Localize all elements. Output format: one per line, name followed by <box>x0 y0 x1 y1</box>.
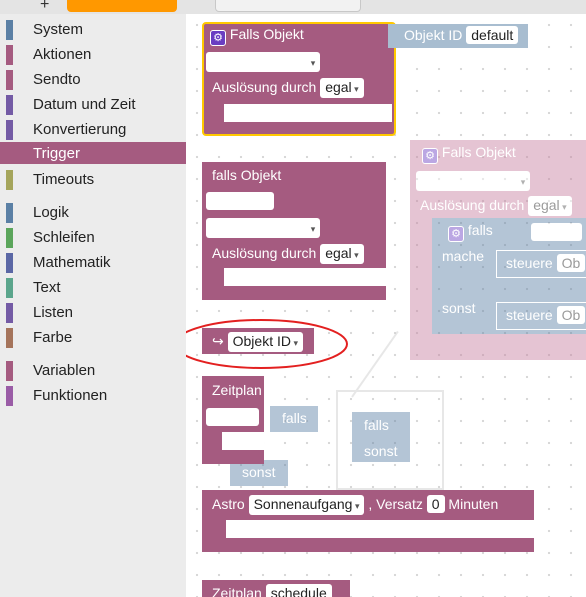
add-tab-button[interactable]: + <box>40 0 49 14</box>
trigger-dropdown[interactable]: egal <box>320 78 364 98</box>
schedule-field[interactable]: schedule <box>265 584 332 597</box>
mode-dropdown[interactable]: wurde geändert <box>206 52 321 72</box>
astro-row: Astro Sonnenaufgang , Versatz 0 Minuten <box>212 495 498 515</box>
ghost-sonst-label: sonst <box>442 300 476 316</box>
category-color-bar <box>6 228 13 248</box>
category-color-bar <box>6 120 13 140</box>
ghost-steuere-label: steuere Ob <box>506 254 586 272</box>
sidebar-item-schleifen[interactable]: Schleifen <box>0 226 186 248</box>
ghost-mode-dropdown: wurde geändert <box>416 171 531 191</box>
category-color-bar <box>6 70 13 90</box>
trigger-row: Auslösung durch egal <box>212 244 364 264</box>
mode-dropdown[interactable]: wurde geändert <box>206 218 321 238</box>
category-color-bar <box>6 278 13 298</box>
zeitplan-schedule-row: Zeitplan schedule <box>212 584 332 597</box>
sidebar-item-variablen[interactable]: Variablen <box>0 359 186 381</box>
ghost-block-title: ⚙ Falls Objekt <box>422 144 516 164</box>
statement-slot <box>224 104 392 122</box>
sidebar-item-timeouts[interactable]: Timeouts <box>0 168 186 190</box>
ghost-connector-line <box>351 330 399 398</box>
ghost-mache-label: mache <box>442 248 485 264</box>
category-color-bar <box>6 95 13 115</box>
cron-field[interactable]: * * * * * <box>206 408 259 426</box>
sidebar-item-logik[interactable]: Logik <box>0 201 186 223</box>
category-color-bar <box>6 203 13 223</box>
sidebar-item-trigger[interactable]: Trigger <box>0 142 186 164</box>
blockly-workspace[interactable]: ⚙ Falls Objekt wurde geändert Auslösung … <box>186 14 586 597</box>
objekt-id-row: Objekt ID default <box>404 26 519 44</box>
statement-slot <box>226 520 534 538</box>
objekt-id-field[interactable]: default <box>466 26 519 44</box>
red-annotation-ellipse <box>186 319 348 369</box>
ghost-falls-label: falls <box>282 410 307 426</box>
inactive-tab[interactable] <box>215 0 361 12</box>
offset-label: , Versatz <box>368 496 423 512</box>
ghost-sonst-label: sonst <box>242 464 276 480</box>
category-color-bar <box>6 20 13 40</box>
category-color-bar <box>6 144 13 164</box>
objekt-id-label: Objekt ID <box>404 27 463 43</box>
ghost-steuere-label: steuere Ob <box>506 306 586 324</box>
block-title: falls Objekt <box>212 167 282 183</box>
sun-event-dropdown[interactable]: Sonnenaufgang <box>248 495 365 515</box>
category-color-bar <box>6 170 13 190</box>
trigger-label: Auslösung durch <box>212 245 317 261</box>
gear-icon: ⚙ <box>422 148 438 164</box>
astro-label: Astro <box>212 496 245 512</box>
sidebar-item-text[interactable]: Text <box>0 276 186 298</box>
sidebar-item-konvertierung[interactable]: Konvertierung <box>0 118 186 140</box>
category-color-bar <box>6 45 13 65</box>
trigger-dropdown[interactable]: egal <box>320 244 364 264</box>
category-color-bar <box>6 386 13 406</box>
gear-icon: ⚙ <box>448 226 464 242</box>
trigger-label: Auslösung durch <box>212 79 317 95</box>
ghost-falls-label: ⚙ falls <box>448 222 493 242</box>
category-color-bar <box>6 328 13 348</box>
sidebar-item-datum-und-zeit[interactable]: Datum und Zeit <box>0 93 186 115</box>
active-tab[interactable] <box>67 0 177 12</box>
unit-label: Minuten <box>448 496 499 512</box>
sidebar-item-mathematik[interactable]: Mathematik <box>0 251 186 273</box>
category-sidebar: System Aktionen Sendto Datum und Zeit Ko… <box>0 14 186 597</box>
sidebar-item-system[interactable]: System <box>0 18 186 40</box>
statement-slot <box>224 268 386 286</box>
ghost-wert-block: ↪ Wer <box>531 223 583 241</box>
sidebar-item-aktionen[interactable]: Aktionen <box>0 43 186 65</box>
ghost-falls-label: falls <box>364 417 389 433</box>
statement-slot <box>222 432 264 450</box>
top-toolbar: + <box>0 0 586 14</box>
category-color-bar <box>6 253 13 273</box>
category-color-bar <box>6 303 13 323</box>
sidebar-item-farbe[interactable]: Farbe <box>0 326 186 348</box>
offset-field[interactable]: 0 <box>426 495 445 513</box>
trigger-row: Auslösung durch egal <box>212 78 364 98</box>
category-color-bar <box>6 361 13 381</box>
block-title: Zeitplan <box>212 382 262 398</box>
block-title: Zeitplan <box>212 585 262 597</box>
sidebar-item-sendto[interactable]: Sendto <box>0 68 186 90</box>
sidebar-item-listen[interactable]: Listen <box>0 301 186 323</box>
object-id-field[interactable]: Object ID <box>206 192 275 210</box>
block-title: ⚙ Falls Objekt <box>210 26 304 46</box>
sidebar-item-funktionen[interactable]: Funktionen <box>0 384 186 406</box>
ghost-trigger-label: Auslösung durch egal <box>420 196 572 216</box>
ghost-sonst-label: sonst <box>364 443 398 459</box>
gear-icon[interactable]: ⚙ <box>210 30 226 46</box>
